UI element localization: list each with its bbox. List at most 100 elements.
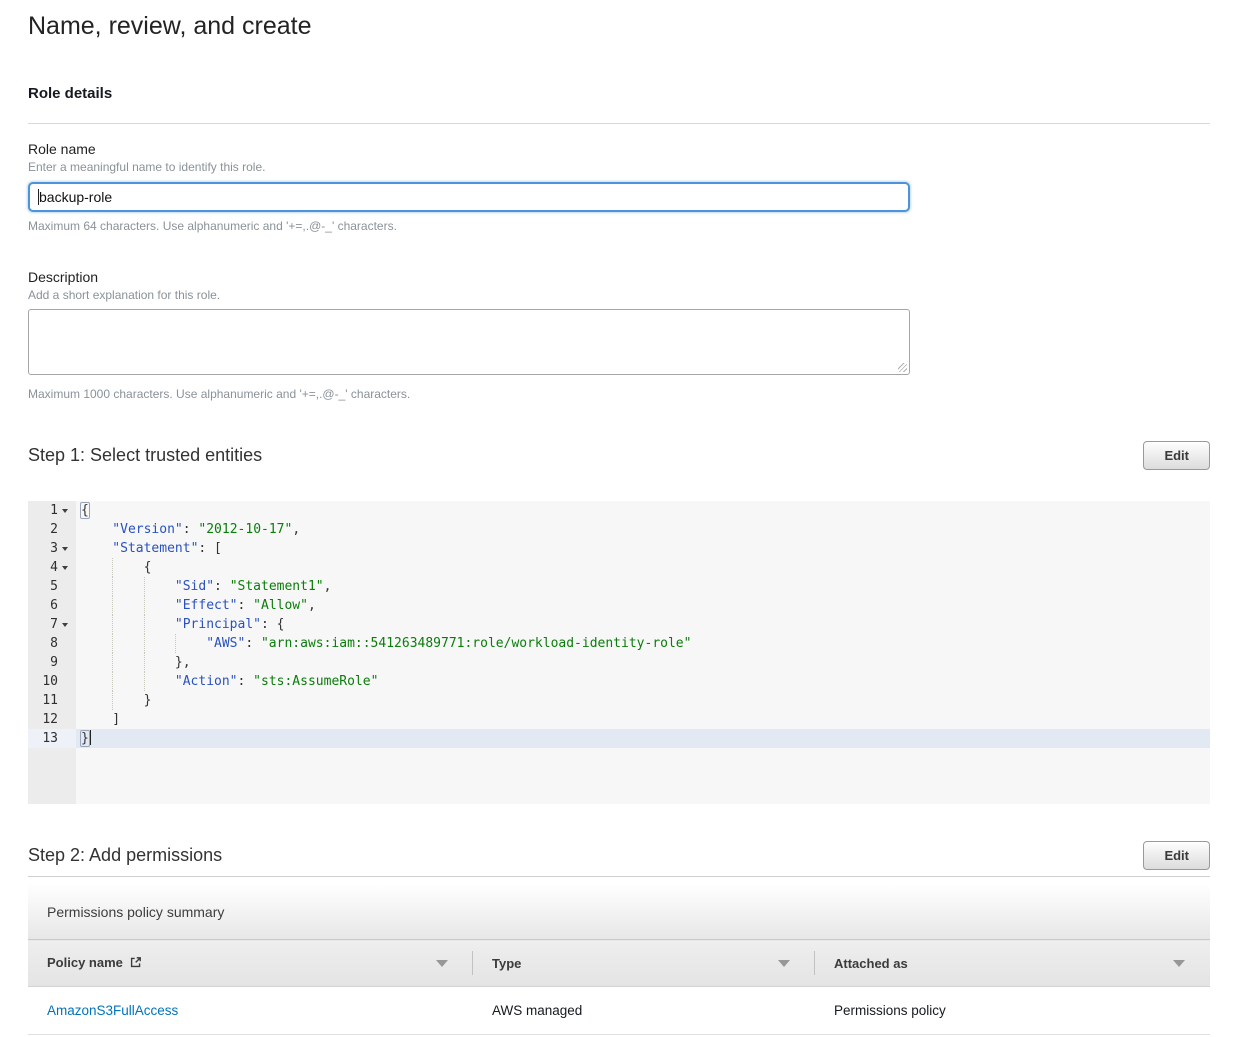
code-line-12[interactable]: 12 ] bbox=[28, 710, 1210, 729]
description-help: Add a short explanation for this role. bbox=[28, 288, 1210, 302]
indent-guide bbox=[81, 672, 112, 691]
gutter-cell: 3 bbox=[28, 539, 76, 558]
code-text: } bbox=[76, 691, 1210, 710]
indent-guide bbox=[175, 634, 206, 653]
external-link-icon bbox=[129, 957, 142, 972]
indent-guide bbox=[112, 577, 143, 596]
indent-guide bbox=[112, 634, 143, 653]
code-text: "Effect": "Allow", bbox=[76, 596, 1210, 615]
column-header-type[interactable]: Type bbox=[473, 940, 815, 987]
policy-table-body: AmazonS3FullAccessAWS managedPermissions… bbox=[28, 987, 1210, 1035]
json-punct: ] bbox=[112, 712, 120, 727]
line-number: 6 bbox=[28, 596, 58, 615]
json-punct: : bbox=[245, 636, 261, 651]
json-string: "Statement1" bbox=[230, 579, 324, 594]
gutter-cell: 4 bbox=[28, 558, 76, 577]
code-line-6[interactable]: 6 "Effect": "Allow", bbox=[28, 596, 1210, 615]
description-label: Description bbox=[28, 269, 1210, 285]
role-name-label: Role name bbox=[28, 141, 1210, 157]
code-line-11[interactable]: 11 } bbox=[28, 691, 1210, 710]
permissions-policy-table: Policy name Type Attached as AmazonS3FullA… bbox=[28, 939, 1210, 1035]
indent-guide bbox=[81, 558, 112, 577]
column-header-attached-as[interactable]: Attached as bbox=[815, 940, 1210, 987]
json-punct: : bbox=[214, 579, 230, 594]
code-line-13[interactable]: 13} bbox=[28, 729, 1210, 748]
column-label: Policy name bbox=[47, 955, 123, 970]
indent-guide bbox=[112, 596, 143, 615]
json-punct: : { bbox=[261, 617, 284, 632]
indent-guide bbox=[81, 691, 112, 710]
json-punct: , bbox=[308, 598, 316, 613]
gutter-cell: 9 bbox=[28, 653, 76, 672]
editor-cursor bbox=[90, 730, 92, 745]
code-text: "Statement": [ bbox=[76, 539, 1210, 558]
role-name-hint: Maximum 64 characters. Use alphanumeric … bbox=[28, 219, 1210, 233]
gutter-cell: 2 bbox=[28, 520, 76, 539]
json-key: "AWS" bbox=[206, 636, 245, 651]
code-text: } bbox=[76, 729, 1210, 748]
indent-guide bbox=[144, 634, 175, 653]
step1-edit-button[interactable]: Edit bbox=[1143, 441, 1210, 470]
indent-guide bbox=[81, 634, 112, 653]
code-text: "Sid": "Statement1", bbox=[76, 577, 1210, 596]
gutter-cell: 13 bbox=[28, 729, 76, 748]
json-key: "Principal" bbox=[175, 617, 261, 632]
triangle-down-icon[interactable] bbox=[1173, 960, 1185, 967]
fold-arrow-spacer bbox=[58, 577, 76, 596]
description-textarea[interactable] bbox=[28, 309, 910, 375]
code-line-1[interactable]: 1{ bbox=[28, 501, 1210, 520]
column-label: Type bbox=[492, 956, 521, 971]
fold-arrow-spacer bbox=[58, 710, 76, 729]
code-line-8[interactable]: 8 "AWS": "arn:aws:iam::541263489771:role… bbox=[28, 634, 1210, 653]
fold-arrow-spacer bbox=[58, 634, 76, 653]
fold-arrow-spacer bbox=[58, 520, 76, 539]
description-hint: Maximum 1000 characters. Use alphanumeri… bbox=[28, 387, 1210, 401]
json-punct: } bbox=[81, 731, 89, 746]
json-punct: : bbox=[183, 522, 199, 537]
gutter-cell: 1 bbox=[28, 501, 76, 520]
code-line-7[interactable]: 7 "Principal": { bbox=[28, 615, 1210, 634]
line-number: 1 bbox=[28, 501, 58, 520]
line-number: 11 bbox=[28, 691, 58, 710]
code-line-5[interactable]: 5 "Sid": "Statement1", bbox=[28, 577, 1210, 596]
gutter-cell: 5 bbox=[28, 577, 76, 596]
line-number: 7 bbox=[28, 615, 58, 634]
code-line-2[interactable]: 2 "Version": "2012-10-17", bbox=[28, 520, 1210, 539]
policy-name-link[interactable]: AmazonS3FullAccess bbox=[47, 1003, 178, 1018]
page-title: Name, review, and create bbox=[28, 12, 1210, 41]
step2-header-row: Step 2: Add permissions Edit bbox=[28, 841, 1210, 870]
step1-header-row: Step 1: Select trusted entities Edit bbox=[28, 441, 1210, 470]
line-number: 5 bbox=[28, 577, 58, 596]
code-line-10[interactable]: 10 "Action": "sts:AssumeRole" bbox=[28, 672, 1210, 691]
triangle-down-icon[interactable] bbox=[778, 960, 790, 967]
fold-arrow-icon[interactable] bbox=[58, 539, 76, 558]
line-number: 10 bbox=[28, 672, 58, 691]
column-label: Attached as bbox=[834, 956, 908, 971]
cell-attached_as: Permissions policy bbox=[815, 987, 1210, 1035]
trust-policy-editor[interactable]: 1{2 "Version": "2012-10-17",3 "Statement… bbox=[28, 501, 1210, 804]
code-line-3[interactable]: 3 "Statement": [ bbox=[28, 539, 1210, 558]
fold-arrow-spacer bbox=[58, 691, 76, 710]
json-key: "Statement" bbox=[112, 541, 198, 556]
table-row: AmazonS3FullAccessAWS managedPermissions… bbox=[28, 987, 1210, 1035]
fold-arrow-icon[interactable] bbox=[58, 615, 76, 634]
json-string: "Allow" bbox=[253, 598, 308, 613]
indent-guide bbox=[81, 596, 112, 615]
fold-arrow-icon[interactable] bbox=[58, 501, 76, 520]
indent-guide bbox=[112, 653, 143, 672]
indent-guide bbox=[112, 691, 143, 710]
role-name-input[interactable]: backup-role bbox=[28, 182, 910, 212]
role-name-help: Enter a meaningful name to identify this… bbox=[28, 160, 1210, 174]
policy-table-head: Policy name Type Attached as bbox=[28, 940, 1210, 987]
fold-arrow-icon[interactable] bbox=[58, 558, 76, 577]
code-line-4[interactable]: 4 { bbox=[28, 558, 1210, 577]
column-header-policy-name[interactable]: Policy name bbox=[28, 940, 473, 987]
triangle-down-icon[interactable] bbox=[436, 960, 448, 967]
indent-guide bbox=[112, 558, 143, 577]
code-text: ] bbox=[76, 710, 1210, 729]
code-line-9[interactable]: 9 }, bbox=[28, 653, 1210, 672]
json-punct: , bbox=[324, 579, 332, 594]
fold-arrow-spacer bbox=[58, 672, 76, 691]
step2-edit-button[interactable]: Edit bbox=[1143, 841, 1210, 870]
line-number: 8 bbox=[28, 634, 58, 653]
